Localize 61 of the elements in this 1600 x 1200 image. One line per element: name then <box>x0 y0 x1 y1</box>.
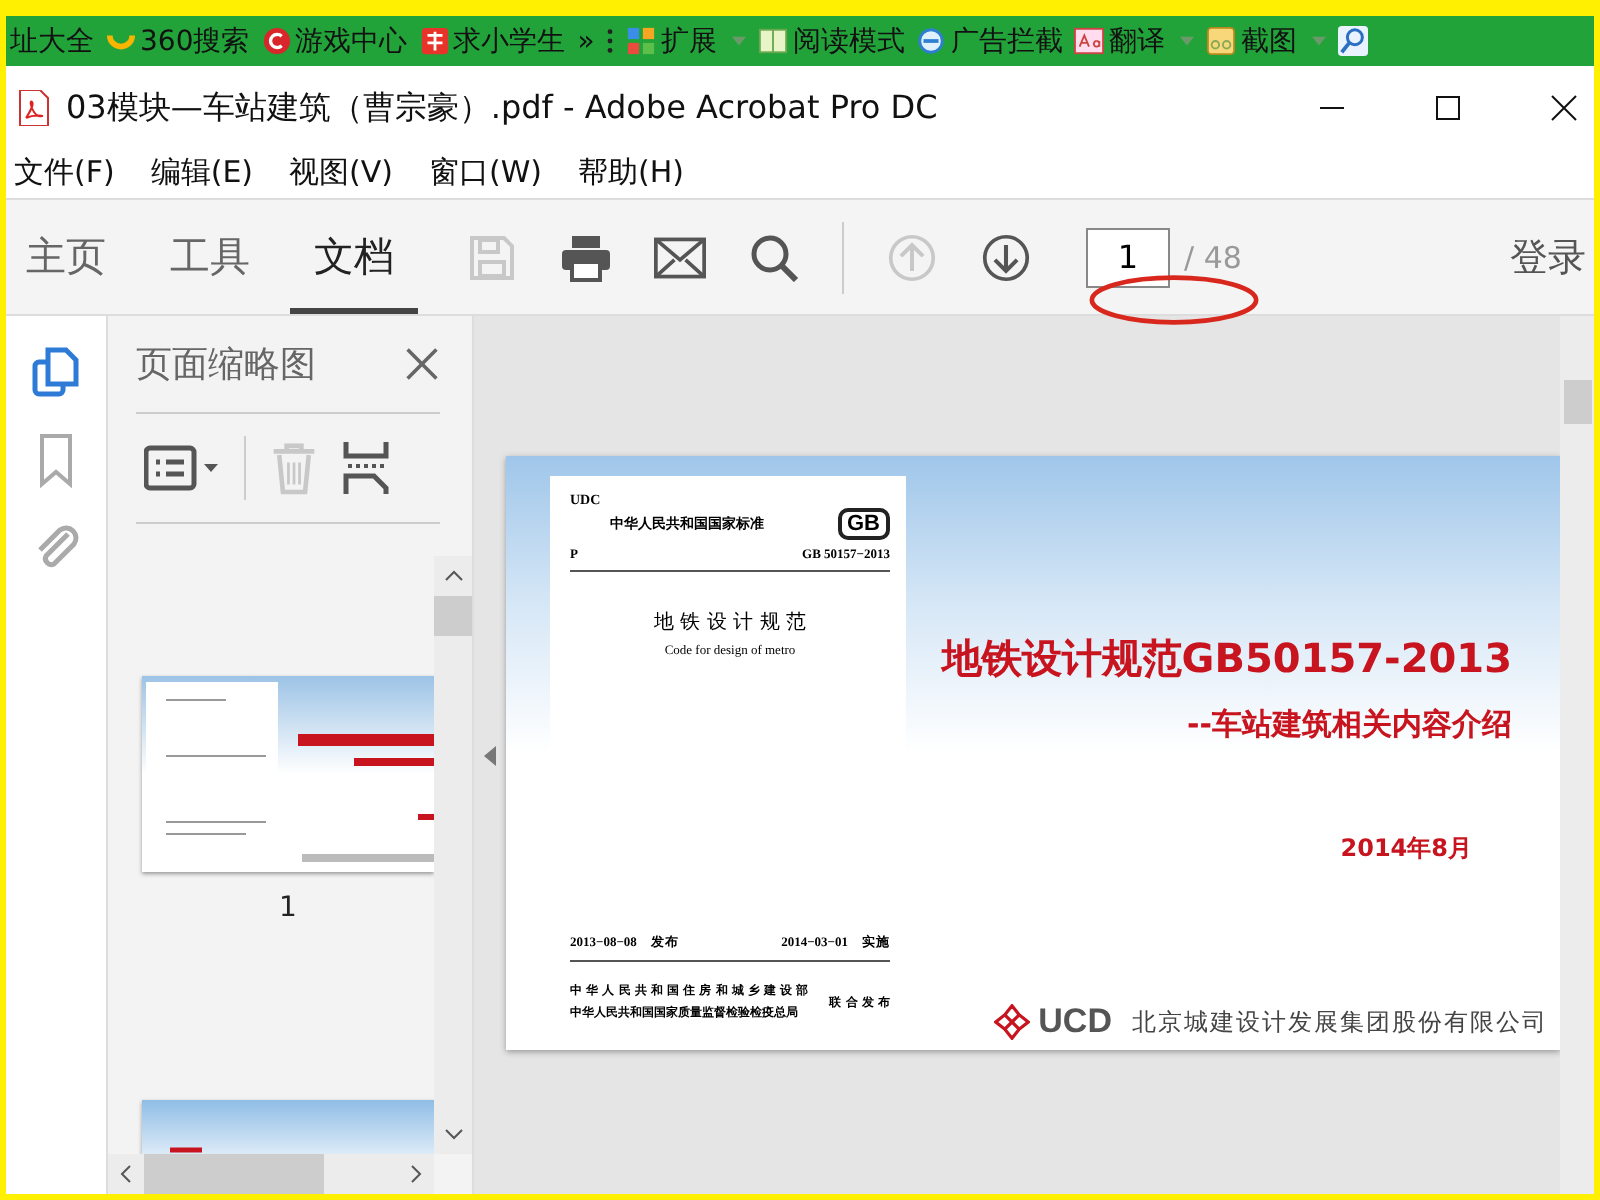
menu-item[interactable]: 窗口(W) <box>429 153 543 191</box>
book-icon <box>758 26 789 56</box>
pages-icon[interactable] <box>32 344 80 400</box>
close-icon[interactable] <box>1550 94 1578 122</box>
scroll-left-icon[interactable] <box>120 1164 132 1184</box>
collapse-arrow-icon[interactable] <box>484 745 496 765</box>
menu-item[interactable]: 视图(V) <box>289 153 393 191</box>
crop-icon[interactable] <box>342 440 390 496</box>
block-icon <box>916 26 947 56</box>
circle-icon <box>261 26 292 56</box>
cover-title: 地 铁 设 计 规 范 <box>652 609 808 636</box>
bookmark-item[interactable]: 广告拦截 <box>916 23 1063 59</box>
toolbar-tab[interactable]: 工具 <box>146 200 274 314</box>
printer-icon[interactable] <box>560 233 612 281</box>
company-logo: UCD <box>1038 1002 1112 1042</box>
company-name: 北京城建设计发展集团股份有限公司 <box>1132 1005 1548 1039</box>
horizontal-scrollbar[interactable] <box>108 1154 434 1194</box>
smile-icon <box>106 32 136 50</box>
bookmark-item[interactable]: 翻译 <box>1074 23 1195 59</box>
options-icon[interactable] <box>144 444 220 492</box>
menu-item[interactable]: 编辑(E) <box>150 153 254 191</box>
bookmark-item[interactable]: 360搜索 <box>106 23 250 59</box>
gb-logo: GB <box>837 508 890 540</box>
screenshot-icon <box>1206 26 1237 56</box>
page-count: / 48 <box>1184 239 1242 275</box>
search-icon[interactable] <box>748 233 800 281</box>
grid-icon <box>626 26 657 56</box>
page-number-label: 1 <box>279 892 297 924</box>
bookmark-item[interactable]: 址大全 <box>10 23 94 59</box>
scroll-right-icon[interactable] <box>410 1164 422 1184</box>
menu-item[interactable]: 帮助(H) <box>578 153 685 191</box>
bookmark-item[interactable]: 扩展 <box>626 23 747 59</box>
scrollbar-thumb[interactable] <box>434 596 472 636</box>
maximize-icon[interactable] <box>1434 94 1462 122</box>
scroll-up-icon[interactable] <box>443 570 463 582</box>
mail-icon[interactable] <box>654 233 706 281</box>
scrollbar-thumb[interactable] <box>1564 380 1592 424</box>
translate-icon <box>1074 26 1105 56</box>
search-icon[interactable] <box>1338 26 1369 56</box>
bookmark-item[interactable]: 截图 <box>1206 23 1327 59</box>
slide-subtitle: --车站建筑相关内容介绍 <box>1187 706 1512 744</box>
page-thumbnail[interactable] <box>142 676 434 872</box>
scroll-down-icon[interactable] <box>443 1128 463 1140</box>
scrollbar-thumb[interactable] <box>144 1154 324 1194</box>
flower-logo-icon <box>994 1004 1031 1040</box>
slide-title: 地铁设计规范GB50157-2013 <box>941 632 1512 686</box>
menu-item[interactable]: 文件(F) <box>14 153 115 191</box>
pdf-file-icon <box>18 90 50 126</box>
bookmark-item[interactable]: 游戏中心 <box>261 23 408 59</box>
slide-date: 2014年8月 <box>1340 832 1472 866</box>
toolbar-tab[interactable]: 主页 <box>6 200 130 314</box>
bookmark-item[interactable]: » <box>577 25 595 57</box>
bookmark-item[interactable]: 阅读模式 <box>758 23 905 59</box>
page-number-field[interactable]: 1 <box>1086 227 1170 287</box>
vertical-scrollbar[interactable] <box>434 556 472 1154</box>
panel-title: 页面缩略图 <box>136 342 316 388</box>
bookmark-item[interactable]: 求小学生 <box>419 23 566 59</box>
window-title: 03模块—车站建筑（曹宗豪）.pdf - Adobe Acrobat Pro DC <box>66 87 940 129</box>
drag-handle-icon <box>606 26 615 56</box>
badge-icon <box>419 26 450 56</box>
login-link[interactable]: 登录 <box>1510 231 1586 283</box>
